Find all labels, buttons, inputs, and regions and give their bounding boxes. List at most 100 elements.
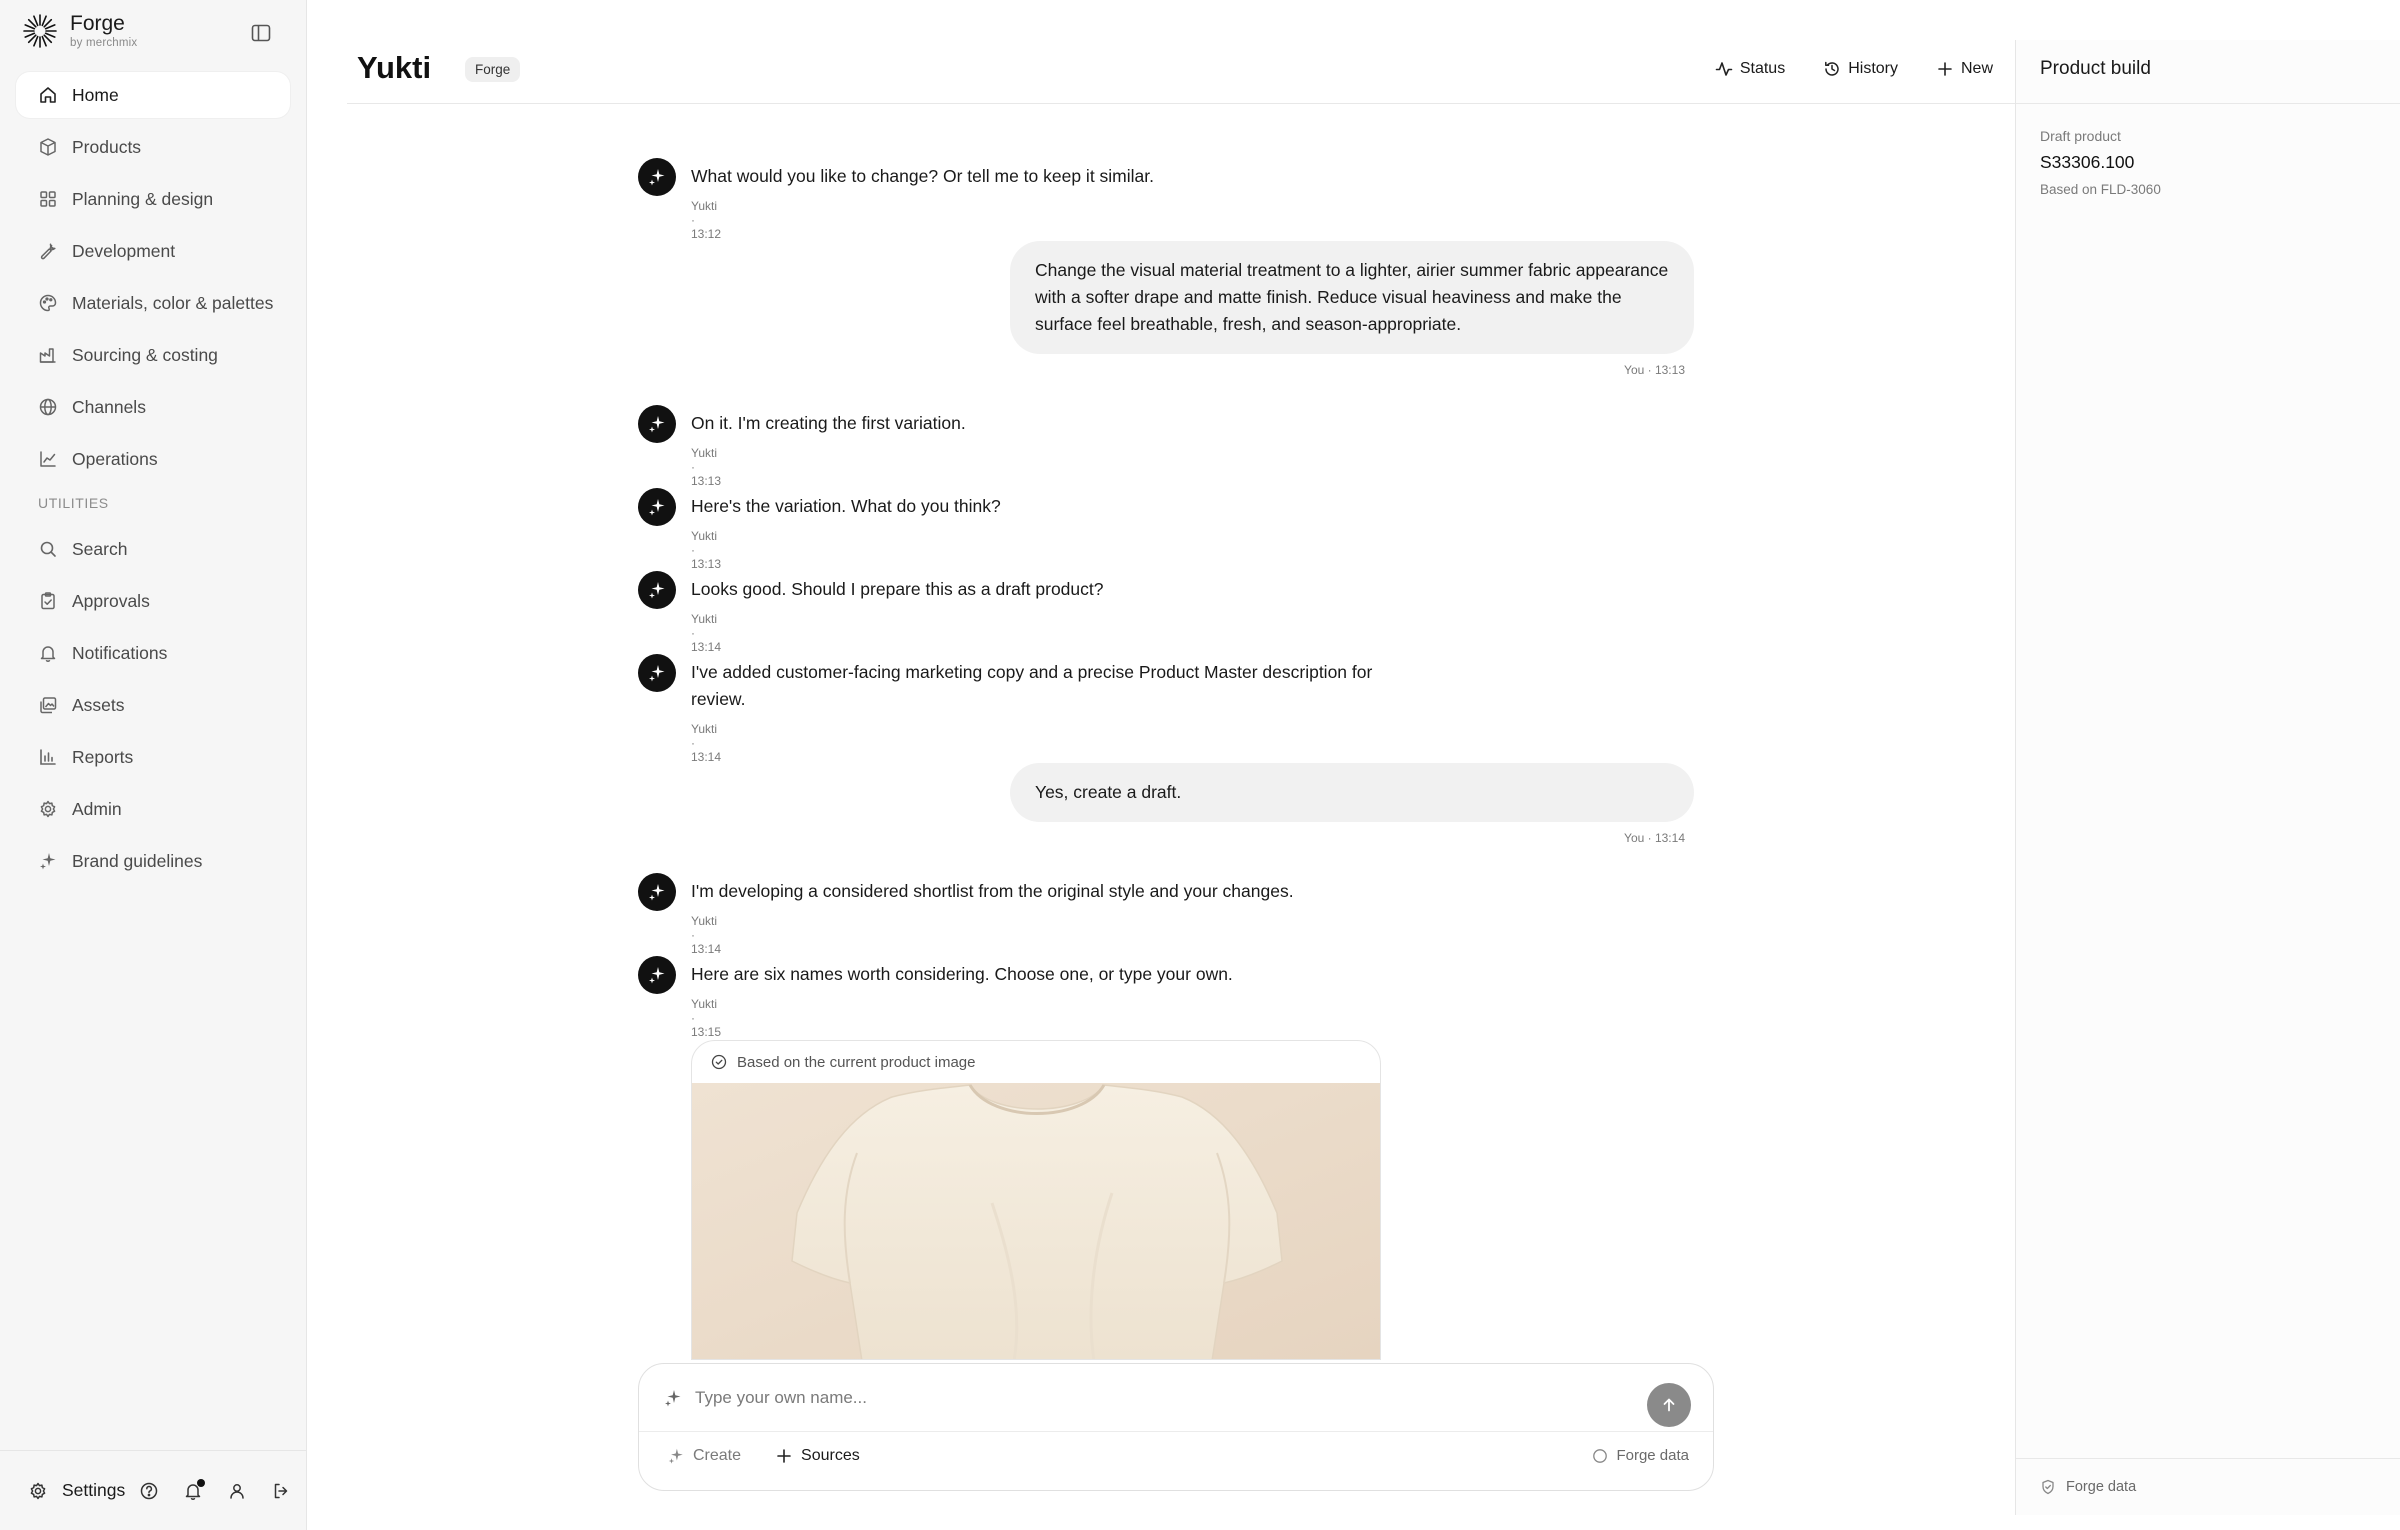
nav-label: Planning & design xyxy=(72,188,214,209)
factory-icon xyxy=(39,348,56,363)
sparkle-icon xyxy=(649,884,665,901)
sparkle-icon xyxy=(665,1390,681,1407)
message-meta: Yukti · 13:15 xyxy=(691,997,722,1039)
brand-byline: by merchmix xyxy=(70,37,138,49)
nav-item-approvals[interactable]: Approvals xyxy=(16,578,290,624)
message-meta: Yukti · 13:12 xyxy=(691,199,722,241)
create-label: Create xyxy=(693,1447,742,1464)
nav-label: Admin xyxy=(72,798,122,819)
create-button[interactable]: Create xyxy=(667,1447,741,1465)
nav-item-search[interactable]: Search xyxy=(16,526,290,572)
user-message: Yes, create a draft. You · 13:14 xyxy=(1010,763,1694,845)
check-circle-icon xyxy=(711,1054,727,1070)
clipboard-check-icon xyxy=(41,592,55,610)
assistant-avatar xyxy=(638,956,676,994)
nav-item-operations[interactable]: Operations xyxy=(16,436,290,482)
nav-item-assets[interactable]: Assets xyxy=(16,682,290,728)
nav-label: Products xyxy=(72,136,142,157)
product-image[interactable] xyxy=(692,1083,1381,1360)
nav-item-brand-guidelines[interactable]: Brand guidelines xyxy=(16,838,290,884)
palette-icon xyxy=(39,294,57,312)
nav-item-notifications[interactable]: Notifications xyxy=(16,630,290,676)
composer-input-row xyxy=(639,1364,1713,1432)
nav-item-admin[interactable]: Admin xyxy=(16,786,290,832)
grid-icon xyxy=(40,191,56,207)
message-meta: Yukti · 13:14 xyxy=(691,914,722,956)
nav-item-planning-design[interactable]: Planning & design xyxy=(16,176,290,222)
nav-item-development[interactable]: Development xyxy=(16,228,290,274)
nav-item-home[interactable]: Home xyxy=(16,72,290,118)
brand[interactable]: Forge by merchmix xyxy=(22,12,137,50)
nav-item-channels[interactable]: Channels xyxy=(16,384,290,430)
message-text: On it. I'm creating the first variation. xyxy=(691,413,966,433)
forge-data-toggle[interactable]: Forge data xyxy=(1592,1447,1689,1464)
product-code: S33306.100 xyxy=(2040,152,2135,172)
nav-item-materials[interactable]: Materials, color & palettes xyxy=(16,280,290,326)
sidebar-toggle-icon[interactable] xyxy=(250,22,272,44)
notifications-button[interactable] xyxy=(183,1478,206,1501)
message-text: I'm developing a considered shortlist fr… xyxy=(691,881,1294,901)
help-icon[interactable] xyxy=(139,1481,159,1501)
forge-data-label: Forge data xyxy=(1616,1447,1689,1464)
panel-footer: Forge data xyxy=(2016,1458,2400,1515)
gear-icon xyxy=(40,800,56,818)
sidebar-footer: Settings xyxy=(0,1450,306,1530)
assistant-avatar xyxy=(638,488,676,526)
chat-thread: What would you like to change? Or tell m… xyxy=(307,0,2015,1530)
chart-line-icon xyxy=(40,451,56,467)
send-button[interactable] xyxy=(1647,1383,1691,1427)
message-meta: Yukti · 13:13 xyxy=(691,446,722,488)
panel-footer-label: Forge data xyxy=(2066,1479,2137,1495)
sources-button[interactable]: Sources xyxy=(775,1447,860,1465)
nav-label: Home xyxy=(72,84,119,105)
name-input[interactable] xyxy=(695,1384,1595,1412)
nav-label: Channels xyxy=(72,396,146,417)
sparkle-icon xyxy=(649,582,665,599)
sparkle-icon xyxy=(649,169,665,186)
assistant-avatar xyxy=(638,654,676,692)
sparkle-icon xyxy=(649,665,665,682)
assistant-avatar xyxy=(638,571,676,609)
nav-label: Reports xyxy=(72,746,134,767)
images-icon xyxy=(40,697,57,714)
product-build-panel: Product build Draft product S33306.100 B… xyxy=(2015,40,2400,1515)
assistant-avatar xyxy=(638,873,676,911)
assistant-avatar xyxy=(638,405,676,443)
user-message: Change the visual material treatment to … xyxy=(1010,241,1694,377)
globe-icon xyxy=(39,398,57,416)
panel-body: Draft product S33306.100 Based on FLD-30… xyxy=(2016,104,2400,197)
logout-icon[interactable] xyxy=(271,1481,291,1501)
message-text: What would you like to change? Or tell m… xyxy=(691,166,1154,186)
user-icon[interactable] xyxy=(227,1481,247,1501)
assistant-avatar xyxy=(638,158,676,196)
wrench-icon xyxy=(40,243,56,260)
gear-icon xyxy=(30,1482,46,1499)
nav-label: Brand guidelines xyxy=(72,850,203,871)
nav-item-products[interactable]: Products xyxy=(16,124,290,170)
sparkle-icon xyxy=(649,967,665,984)
bar-chart-icon xyxy=(40,749,56,765)
sidebar: Forge by merchmix Home Products Planning… xyxy=(0,0,307,1530)
based-on-text: Based on FLD-3060 xyxy=(2040,182,2161,197)
home-icon xyxy=(40,87,56,103)
plus-icon xyxy=(777,1449,791,1463)
settings-button[interactable]: Settings xyxy=(28,1480,125,1501)
message-meta: Yukti · 13:14 xyxy=(691,612,722,654)
product-image-card: Based on the current product image xyxy=(691,1040,1381,1360)
message-meta: Yukti · 13:14 xyxy=(691,722,722,764)
settings-label: Settings xyxy=(62,1480,126,1500)
panel-title: Product build xyxy=(2016,40,2400,104)
footer-icon-group xyxy=(139,1478,291,1501)
message-text: Looks good. Should I prepare this as a d… xyxy=(691,579,1104,599)
sparkle-icon xyxy=(668,1448,683,1464)
main-nav: Home Products Planning & design Developm… xyxy=(16,72,290,890)
message-meta: You · 13:14 xyxy=(1624,831,1685,845)
nav-item-sourcing-costing[interactable]: Sourcing & costing xyxy=(16,332,290,378)
message-text: Here's the variation. What do you think? xyxy=(691,496,1001,516)
arrow-up-icon xyxy=(1663,1398,1675,1412)
sparkle-icon xyxy=(649,416,665,433)
nav-item-reports[interactable]: Reports xyxy=(16,734,290,780)
image-card-caption: Based on the current product image xyxy=(737,1053,976,1071)
message-text: I've added customer-facing marketing cop… xyxy=(691,662,1373,709)
message-bubble: Change the visual material treatment to … xyxy=(1010,241,1694,354)
